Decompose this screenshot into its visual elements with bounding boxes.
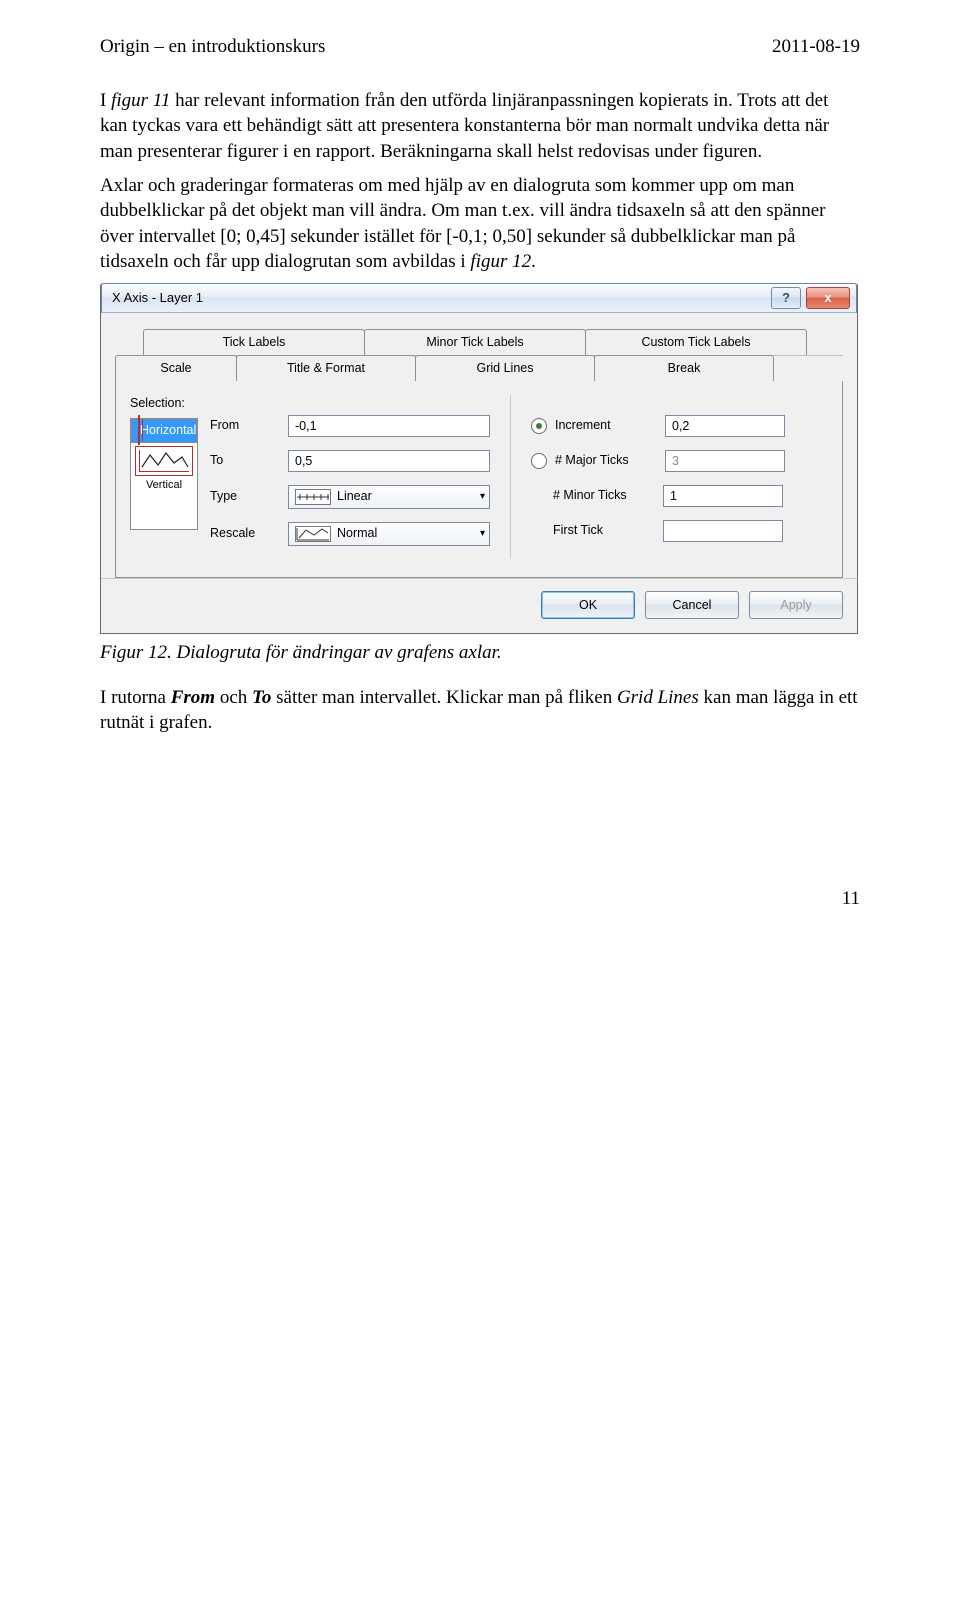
text: Normal bbox=[337, 525, 377, 542]
tab-break[interactable]: Break bbox=[594, 355, 774, 381]
from-label: From bbox=[210, 417, 288, 434]
vertical-separator bbox=[510, 395, 511, 559]
to-input[interactable] bbox=[288, 450, 490, 472]
paragraph-1: I figur 11 har relevant information från… bbox=[100, 88, 860, 165]
text: Horizontal bbox=[140, 422, 196, 439]
apply-button[interactable]: Apply bbox=[749, 591, 843, 619]
rescale-select[interactable]: Normal ▾ bbox=[288, 522, 490, 546]
chevron-down-icon: ▾ bbox=[480, 490, 485, 504]
tabs: Tick Labels Minor Tick Labels Custom Tic… bbox=[115, 329, 843, 578]
text: Axlar och graderingar formateras om med … bbox=[100, 175, 825, 273]
increment-radio[interactable] bbox=[531, 418, 547, 434]
linear-scale-icon bbox=[295, 489, 331, 505]
major-ticks-input[interactable] bbox=[665, 450, 785, 472]
paragraph-2: Axlar och graderingar formateras om med … bbox=[100, 173, 860, 276]
text: To bbox=[252, 687, 271, 708]
text: Linear bbox=[337, 488, 372, 505]
close-icon: x bbox=[824, 289, 831, 307]
doc-header-left: Origin – en introduktionskurs bbox=[100, 34, 325, 60]
dialog-titlebar[interactable]: X Axis - Layer 1 ? x bbox=[101, 283, 857, 313]
increment-label: Increment bbox=[555, 417, 665, 434]
chevron-down-icon: ▾ bbox=[480, 527, 485, 541]
tab-title-format[interactable]: Title & Format bbox=[236, 355, 416, 381]
tab-minor-tick-labels[interactable]: Minor Tick Labels bbox=[364, 329, 586, 355]
paragraph-3: I rutorna From och To sätter man interva… bbox=[100, 685, 860, 736]
minor-ticks-input[interactable] bbox=[663, 485, 783, 507]
text: Vertical bbox=[146, 479, 182, 491]
figure-ref: figur 12 bbox=[470, 251, 531, 272]
text: Grid Lines bbox=[617, 687, 699, 708]
text: sätter man intervallet. Klickar man på f… bbox=[271, 687, 617, 708]
tab-custom-tick-labels[interactable]: Custom Tick Labels bbox=[585, 329, 807, 355]
type-select[interactable]: Linear ▾ bbox=[288, 485, 490, 509]
tab-tick-labels[interactable]: Tick Labels bbox=[143, 329, 365, 355]
rescale-label: Rescale bbox=[210, 525, 288, 542]
from-input[interactable] bbox=[288, 415, 490, 437]
text: I rutorna bbox=[100, 687, 171, 708]
axis-dialog: X Axis - Layer 1 ? x Tick Labels Minor T… bbox=[100, 283, 858, 634]
help-button[interactable]: ? bbox=[771, 287, 801, 309]
increment-input[interactable] bbox=[665, 415, 785, 437]
text: I bbox=[100, 90, 111, 111]
text: . bbox=[531, 251, 536, 272]
major-ticks-label: # Major Ticks bbox=[555, 452, 665, 469]
type-label: Type bbox=[210, 488, 288, 505]
tab-scale[interactable]: Scale bbox=[115, 355, 237, 381]
question-icon: ? bbox=[782, 289, 790, 307]
cancel-button[interactable]: Cancel bbox=[645, 591, 739, 619]
axis-horizontal-item[interactable]: Horizontal bbox=[131, 419, 197, 443]
text: From bbox=[171, 687, 215, 708]
page-number: 11 bbox=[100, 886, 860, 912]
axis-selection-list[interactable]: Horizontal Vertical bbox=[130, 418, 198, 530]
axis-vertical-item[interactable]: Vertical bbox=[131, 443, 197, 496]
horizontal-axis-icon bbox=[138, 415, 140, 445]
dialog-title: X Axis - Layer 1 bbox=[112, 289, 203, 307]
first-tick-input[interactable] bbox=[663, 520, 783, 542]
selection-label: Selection: bbox=[130, 395, 204, 412]
first-tick-label: First Tick bbox=[553, 522, 663, 539]
major-ticks-radio[interactable] bbox=[531, 453, 547, 469]
vertical-axis-icon bbox=[135, 446, 193, 476]
doc-header-right: 2011-08-19 bbox=[772, 34, 860, 60]
minor-ticks-label: # Minor Ticks bbox=[553, 487, 663, 504]
text: och bbox=[215, 687, 252, 708]
ok-button[interactable]: OK bbox=[541, 591, 635, 619]
figure-caption: Figur 12. Dialogruta för ändringar av gr… bbox=[100, 640, 860, 666]
tab-grid-lines[interactable]: Grid Lines bbox=[415, 355, 595, 381]
close-button[interactable]: x bbox=[806, 287, 850, 309]
figure-ref: figur 11 bbox=[111, 90, 170, 111]
to-label: To bbox=[210, 452, 288, 469]
normal-rescale-icon bbox=[295, 526, 331, 542]
text: har relevant information från den utförd… bbox=[100, 90, 829, 162]
